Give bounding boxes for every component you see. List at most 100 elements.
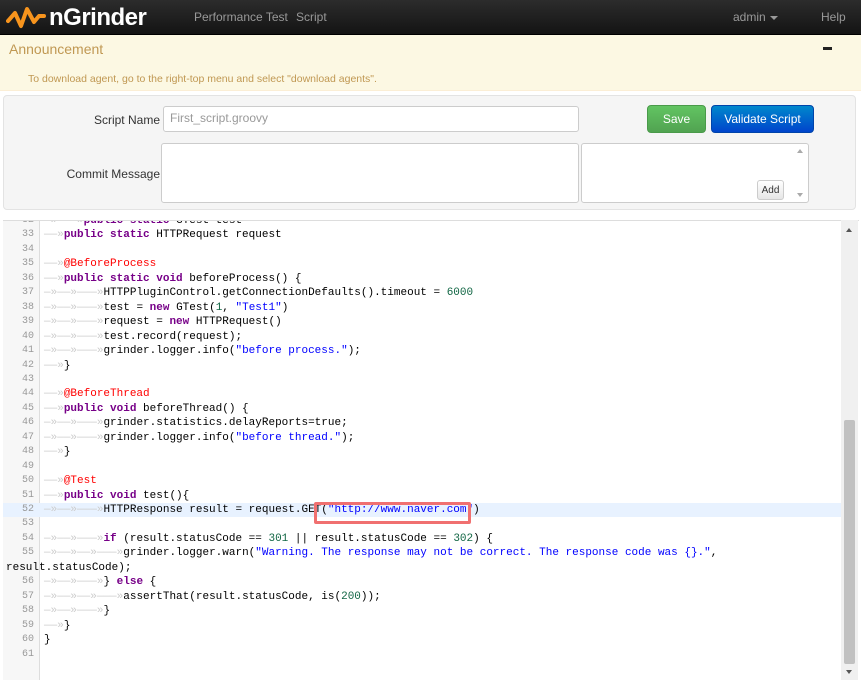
brand-logo[interactable]: nGrinder: [6, 2, 147, 33]
nav-help[interactable]: Help: [821, 10, 846, 24]
script-name-input[interactable]: First_script.groovy: [163, 106, 579, 132]
user-menu[interactable]: admin: [733, 10, 778, 24]
code-text: ——»}: [44, 619, 71, 632]
code-text: —»——»———»if (result.statusCode == 301 ||…: [44, 532, 493, 545]
code-line[interactable]: 41 —»——»———»grinder.logger.info("before p…: [3, 344, 843, 358]
line-number: 45: [21, 402, 34, 414]
code-text: ——»public void beforeThread() {: [44, 402, 249, 415]
code-line[interactable]: 32 —»———»public static GTest test: [3, 220, 843, 228]
code-line[interactable]: 44 ——»@BeforeThread: [3, 387, 843, 401]
line-number: 33: [21, 229, 34, 241]
code-line[interactable]: 40 —»——»———»test.record(request);: [3, 330, 843, 344]
code-line[interactable]: 34: [3, 243, 843, 257]
nav-script[interactable]: Script: [296, 10, 327, 24]
code-line[interactable]: 39 —»——»———»request = new HTTPRequest(): [3, 315, 843, 329]
code-text: ——»public static HTTPRequest request: [44, 229, 282, 242]
code-line[interactable]: 56 —»——»———»} else {: [3, 575, 843, 589]
code-text: —»——»———»}: [44, 605, 111, 618]
code-text: —»——»———»HTTPResponse result = request.G…: [44, 504, 480, 516]
code-text: ——»}: [44, 446, 71, 459]
code-text: —»———»public static GTest test: [44, 220, 243, 227]
scrollbar-thumb[interactable]: [844, 420, 855, 664]
code-line[interactable]: 43: [3, 373, 843, 387]
code-line[interactable]: 54 —»——»———»if (result.statusCode == 301 …: [3, 532, 843, 546]
code-text: —»——»——»———»assertThat(result.statusCode…: [44, 590, 381, 603]
code-line[interactable]: 48 ——»}: [3, 445, 843, 459]
code-text: —»——»———»test = new GTest(1, "Test1"): [44, 301, 289, 314]
code-text: ——»public static void beforeProcess() {: [44, 272, 302, 285]
code-line[interactable]: result.statusCode);: [3, 561, 843, 575]
code-line[interactable]: 47 —»——»———»grinder.logger.info("before t…: [3, 431, 843, 445]
line-number: 52: [21, 504, 34, 515]
code-line[interactable]: 33 ——»public static HTTPRequest request: [3, 228, 843, 242]
code-text: —»——»———»HTTPPluginControl.getConnection…: [44, 287, 474, 300]
code-line[interactable]: 35 ——»@BeforeProcess: [3, 257, 843, 271]
line-number: 54: [21, 532, 34, 544]
commit-message-field[interactable]: [161, 143, 579, 203]
line-number: 50: [21, 475, 34, 487]
host-list-scrollbar[interactable]: [792, 143, 808, 203]
code-line[interactable]: 53: [3, 517, 843, 531]
code-line[interactable]: 59 ——»}: [3, 619, 843, 633]
code-line[interactable]: 61: [3, 648, 843, 662]
code-text: result.statusCode);: [6, 561, 132, 574]
line-number: 56: [21, 576, 34, 588]
code-line[interactable]: 58 —»——»———»}: [3, 604, 843, 618]
script-name-label: Script Name: [93, 113, 160, 127]
code-line[interactable]: 42 ——»}: [3, 359, 843, 373]
line-number: 57: [21, 590, 34, 602]
line-number: 53: [21, 518, 34, 530]
line-number: 60: [21, 634, 34, 646]
line-number: 49: [21, 460, 34, 472]
code-line[interactable]: 50 ——»@Test: [3, 474, 843, 488]
code-line[interactable]: 45 ——»public void beforeThread() {: [3, 402, 843, 416]
code-line[interactable]: 60}: [3, 633, 843, 647]
scroll-up-icon: [846, 228, 852, 232]
line-number: 61: [21, 648, 34, 660]
code-editor[interactable]: 32 —»———»public static GTest test 33 ——»pub…: [3, 220, 859, 680]
line-number: 36: [21, 272, 34, 284]
code-text: ——»@Test: [44, 475, 97, 488]
line-number: 35: [21, 258, 34, 270]
line-number: 34: [21, 243, 34, 255]
code-text: —»——»———»request = new HTTPRequest(): [44, 316, 282, 329]
save-button[interactable]: Save: [647, 105, 706, 133]
line-number: 47: [21, 431, 34, 443]
code-line[interactable]: 55 —»——»——»———»grinder.logger.warn("Warni…: [3, 546, 843, 560]
line-number: 51: [21, 489, 34, 501]
scroll-down-icon: [846, 670, 852, 674]
collapse-icon[interactable]: [823, 47, 832, 50]
nav-performance-test[interactable]: Performance Test: [194, 10, 288, 24]
line-number: 43: [21, 373, 34, 385]
code-line[interactable]: 57 —»——»——»———»assertThat(result.statusCo…: [3, 590, 843, 604]
line-number: 58: [21, 605, 34, 617]
code-text: —»——»———»grinder.logger.info("before pro…: [44, 345, 361, 358]
code-text: —»——»———»test.record(request);: [44, 330, 243, 343]
scroll-up-icon: [797, 149, 803, 153]
add-button[interactable]: Add: [757, 180, 784, 200]
line-number: 32: [21, 220, 34, 226]
code-line[interactable]: 52 —»——»———»HTTPResponse result = request…: [3, 503, 843, 518]
code-text: —»——»———»grinder.statistics.delayReports…: [44, 417, 348, 430]
ngrinder-logo-icon: [6, 6, 46, 28]
line-number: 44: [21, 388, 34, 400]
code-line[interactable]: 49: [3, 460, 843, 474]
line-number: 41: [21, 345, 34, 357]
top-navbar: nGrinder Performance Test Script admin H…: [0, 0, 861, 35]
code-line[interactable]: 36 ——»public static void beforeProcess() …: [3, 272, 843, 286]
code-line[interactable]: 46 —»——»———»grinder.statistics.delayRepor…: [3, 416, 843, 430]
line-number: 42: [21, 359, 34, 371]
code-text: ——»public void test(){: [44, 489, 190, 502]
line-number: 55: [21, 547, 34, 559]
code-line[interactable]: 37 —»——»———»HTTPPluginControl.getConnecti…: [3, 286, 843, 300]
code-line[interactable]: 38 —»——»———»test = new GTest(1, "Test1"): [3, 301, 843, 315]
validate-script-button[interactable]: Validate Script: [711, 105, 814, 133]
code-text: ——»@BeforeThread: [44, 388, 150, 401]
code-text: ——»}: [44, 359, 71, 372]
code-text: —»——»———»grinder.logger.info("before thr…: [44, 431, 355, 444]
line-number: 46: [21, 417, 34, 429]
editor-scrollbar[interactable]: [841, 220, 858, 680]
brand-name: nGrinder: [49, 3, 147, 31]
line-number: 37: [21, 287, 34, 299]
code-line[interactable]: 51 ——»public void test(){: [3, 489, 843, 503]
